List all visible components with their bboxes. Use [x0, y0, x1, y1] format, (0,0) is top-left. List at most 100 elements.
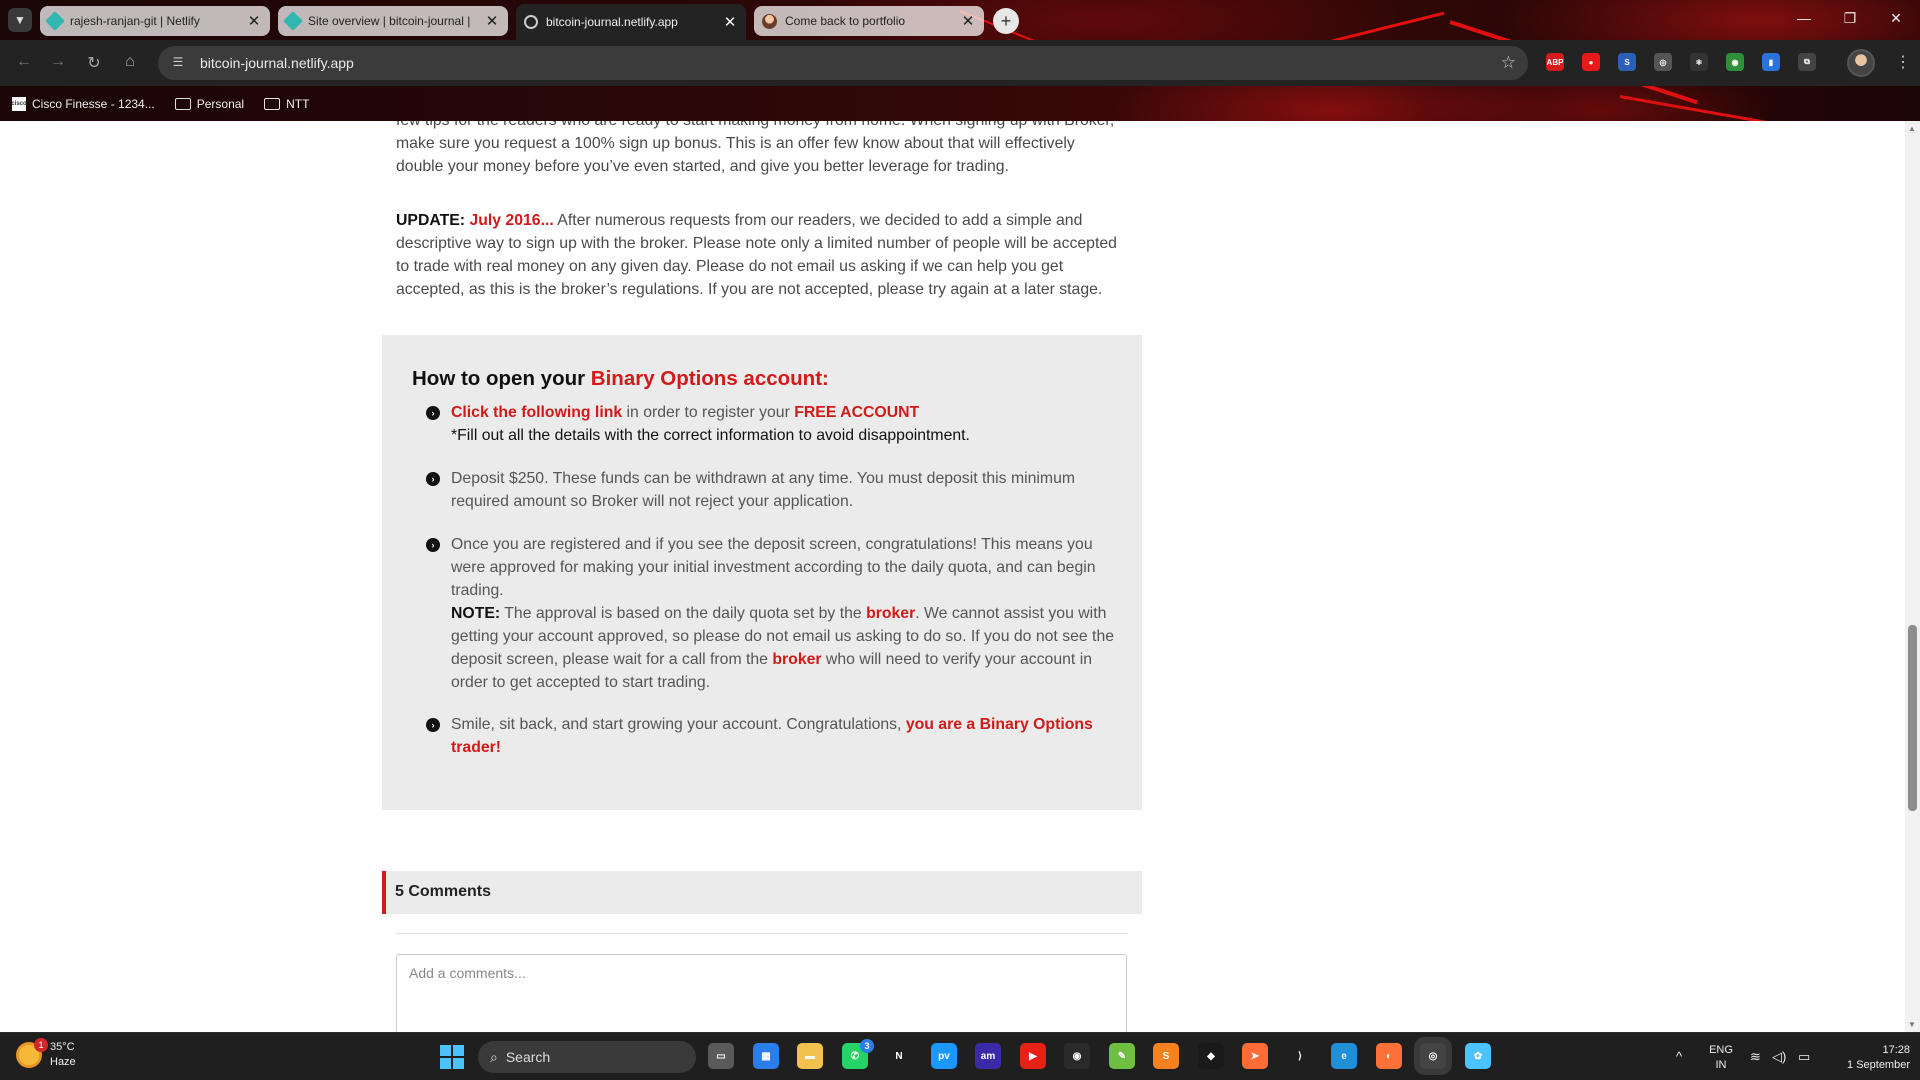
tab-netlify-dashboard[interactable]: rajesh-ranjan-git | Netlify ✕ — [40, 6, 270, 36]
firefox-icon[interactable]: ◐ — [1376, 1043, 1402, 1069]
whatsapp-icon[interactable]: ✆ 3 — [842, 1039, 874, 1069]
task-view-icon[interactable]: ▭ — [708, 1043, 734, 1069]
bookmark-folder-personal[interactable]: Personal — [174, 97, 244, 111]
broker-link[interactable]: broker — [866, 605, 915, 622]
bookmark-cisco-finesse[interactable]: cisco Cisco Finesse - 1234... — [11, 96, 155, 111]
notepad-icon[interactable]: ✎ — [1109, 1043, 1135, 1069]
tab-label: rajesh-ranjan-git | Netlify — [70, 14, 200, 28]
restore-icon[interactable]: ❐ — [1840, 10, 1860, 27]
scroll-thumb[interactable] — [1908, 625, 1917, 811]
bookmark-label: Cisco Finesse - 1234... — [32, 96, 155, 111]
tab-label: Come back to portfolio — [785, 14, 906, 28]
weather-widget[interactable]: 1 35°C Haze — [16, 1038, 76, 1070]
note-label: NOTE: — [451, 605, 501, 622]
mongodb-compass-icon[interactable]: ◆ — [1198, 1043, 1224, 1069]
step-note: *Fill out all the details with the corre… — [451, 427, 970, 444]
s-extension-icon[interactable]: S — [1618, 53, 1636, 71]
close-icon[interactable]: ✕ — [246, 12, 262, 30]
tab-strip: ▼ rajesh-ranjan-git | Netlify ✕ Site ove… — [0, 0, 1920, 40]
bookmark-star-icon[interactable]: ☆ — [1501, 53, 1516, 73]
green-globe-extension-icon[interactable]: ◉ — [1726, 53, 1744, 71]
tab-search-button[interactable]: ▼ — [8, 8, 32, 32]
chrome-icon[interactable]: ◎ — [1414, 1037, 1452, 1075]
amazon-music-icon[interactable]: am — [975, 1043, 1001, 1069]
adblock-plus-icon[interactable]: ABP — [1546, 53, 1564, 71]
more-menu-icon[interactable]: ⋮ — [1895, 52, 1911, 72]
taskbar-search[interactable]: ⌕ Search — [478, 1041, 696, 1073]
wifi-icon[interactable]: ≋ — [1750, 1049, 1761, 1065]
weather-sun-icon: 1 — [16, 1038, 48, 1068]
start-button[interactable] — [440, 1045, 464, 1069]
red-shield-icon[interactable]: ● — [1582, 53, 1600, 71]
chevron-down-icon: ▼ — [14, 13, 26, 27]
close-icon[interactable]: ✕ — [484, 12, 500, 30]
site-info-icon[interactable]: ☰ — [170, 55, 186, 71]
language-indicator[interactable]: ENG IN — [1706, 1043, 1736, 1073]
whatsapp-badge: 3 — [860, 1039, 874, 1053]
page-viewport[interactable]: few tips for the readers who are ready t… — [0, 121, 1920, 1032]
react-devtools-icon[interactable]: ⚛ — [1690, 53, 1708, 71]
tab-label: Site overview | bitcoin-journal | — [308, 14, 471, 28]
intro-paragraph: few tips for the readers who are ready t… — [396, 121, 1121, 178]
prime-video-icon[interactable]: pv — [931, 1043, 957, 1069]
edge-icon[interactable]: e — [1331, 1043, 1357, 1069]
bookmark-folder-ntt[interactable]: NTT — [264, 97, 309, 111]
back-icon[interactable]: ← — [14, 53, 34, 71]
scroll-up-icon[interactable]: ▲ — [1908, 124, 1916, 133]
vscode-icon[interactable]: ⟩ — [1287, 1043, 1313, 1069]
step-4: › Smile, sit back, and start growing you… — [426, 713, 1116, 759]
sublime-text-icon[interactable]: S — [1153, 1043, 1179, 1069]
scroll-down-icon[interactable]: ▼ — [1908, 1020, 1916, 1029]
folder-icon — [174, 97, 191, 110]
globe-icon — [524, 15, 538, 29]
netlify-icon — [45, 11, 65, 31]
volume-icon[interactable]: ◁) — [1772, 1049, 1786, 1065]
target-extension-icon[interactable]: ◎ — [1654, 53, 1672, 71]
search-label: Search — [505, 1049, 551, 1065]
home-icon[interactable]: ⌂ — [120, 53, 140, 71]
tab-portfolio[interactable]: Come back to portfolio ✕ — [754, 6, 984, 36]
address-bar[interactable]: ☰ bitcoin-journal.netlify.app ☆ — [158, 46, 1528, 80]
minimize-icon[interactable]: — — [1794, 10, 1814, 26]
blue-doc-extension-icon[interactable]: ▮ — [1762, 53, 1780, 71]
chevron-up-icon[interactable]: ^ — [1676, 1049, 1682, 1064]
tab-bitcoin-journal[interactable]: bitcoin-journal.netlify.app ✕ — [516, 4, 746, 40]
comment-input[interactable] — [396, 954, 1127, 1032]
intro-text: few tips for the readers who are ready t… — [396, 121, 1114, 175]
step-text: Deposit $250. These funds can be withdra… — [451, 470, 1076, 510]
postman-icon[interactable]: ➤ — [1242, 1043, 1268, 1069]
new-tab-button[interactable]: + — [993, 8, 1019, 34]
netflix-icon[interactable]: N — [886, 1043, 912, 1069]
close-icon[interactable]: ✕ — [722, 13, 738, 31]
microsoft-store-icon[interactable]: ▦ — [753, 1043, 779, 1069]
clock-time: 17:28 — [1882, 1044, 1910, 1056]
folder-icon — [264, 97, 281, 110]
paint-icon[interactable]: ✿ — [1465, 1043, 1491, 1069]
broker-link[interactable]: broker — [772, 651, 821, 668]
puzzle-extensions-icon[interactable]: ⧉ — [1798, 53, 1816, 71]
windows-logo-pane — [453, 1058, 464, 1069]
forward-icon[interactable]: → — [48, 53, 68, 71]
arrow-circle-icon: › — [426, 406, 440, 420]
file-explorer-icon[interactable]: ▬ — [797, 1043, 823, 1069]
page-scrollbar[interactable]: ▲ ▼ — [1905, 121, 1920, 1032]
window-close-icon[interactable]: ✕ — [1886, 10, 1906, 27]
cisco-icon: cisco — [11, 96, 27, 111]
weather-badge: 1 — [34, 1038, 48, 1052]
close-icon[interactable]: ✕ — [960, 12, 976, 30]
url-text: bitcoin-journal.netlify.app — [200, 55, 354, 71]
github-icon[interactable]: ◉ — [1064, 1043, 1090, 1069]
reload-icon[interactable]: ↻ — [84, 53, 104, 73]
step-1: › Click the following link in order to r… — [426, 401, 1116, 447]
battery-icon[interactable]: ▭ — [1798, 1049, 1810, 1065]
step-text: Smile, sit back, and start growing your … — [451, 716, 906, 733]
register-link[interactable]: Click the following link — [451, 404, 622, 421]
tab-label: bitcoin-journal.netlify.app — [546, 15, 678, 29]
how-to-box: How to open your Binary Options account:… — [382, 335, 1142, 810]
tab-site-overview[interactable]: Site overview | bitcoin-journal | ✕ — [278, 6, 508, 36]
netlify-icon — [283, 11, 303, 31]
youtube-icon[interactable]: ▶ — [1020, 1043, 1046, 1069]
update-label: UPDATE: — [396, 212, 466, 229]
clock[interactable]: 17:28 1 September — [1826, 1043, 1910, 1073]
profile-avatar[interactable] — [1847, 49, 1875, 77]
